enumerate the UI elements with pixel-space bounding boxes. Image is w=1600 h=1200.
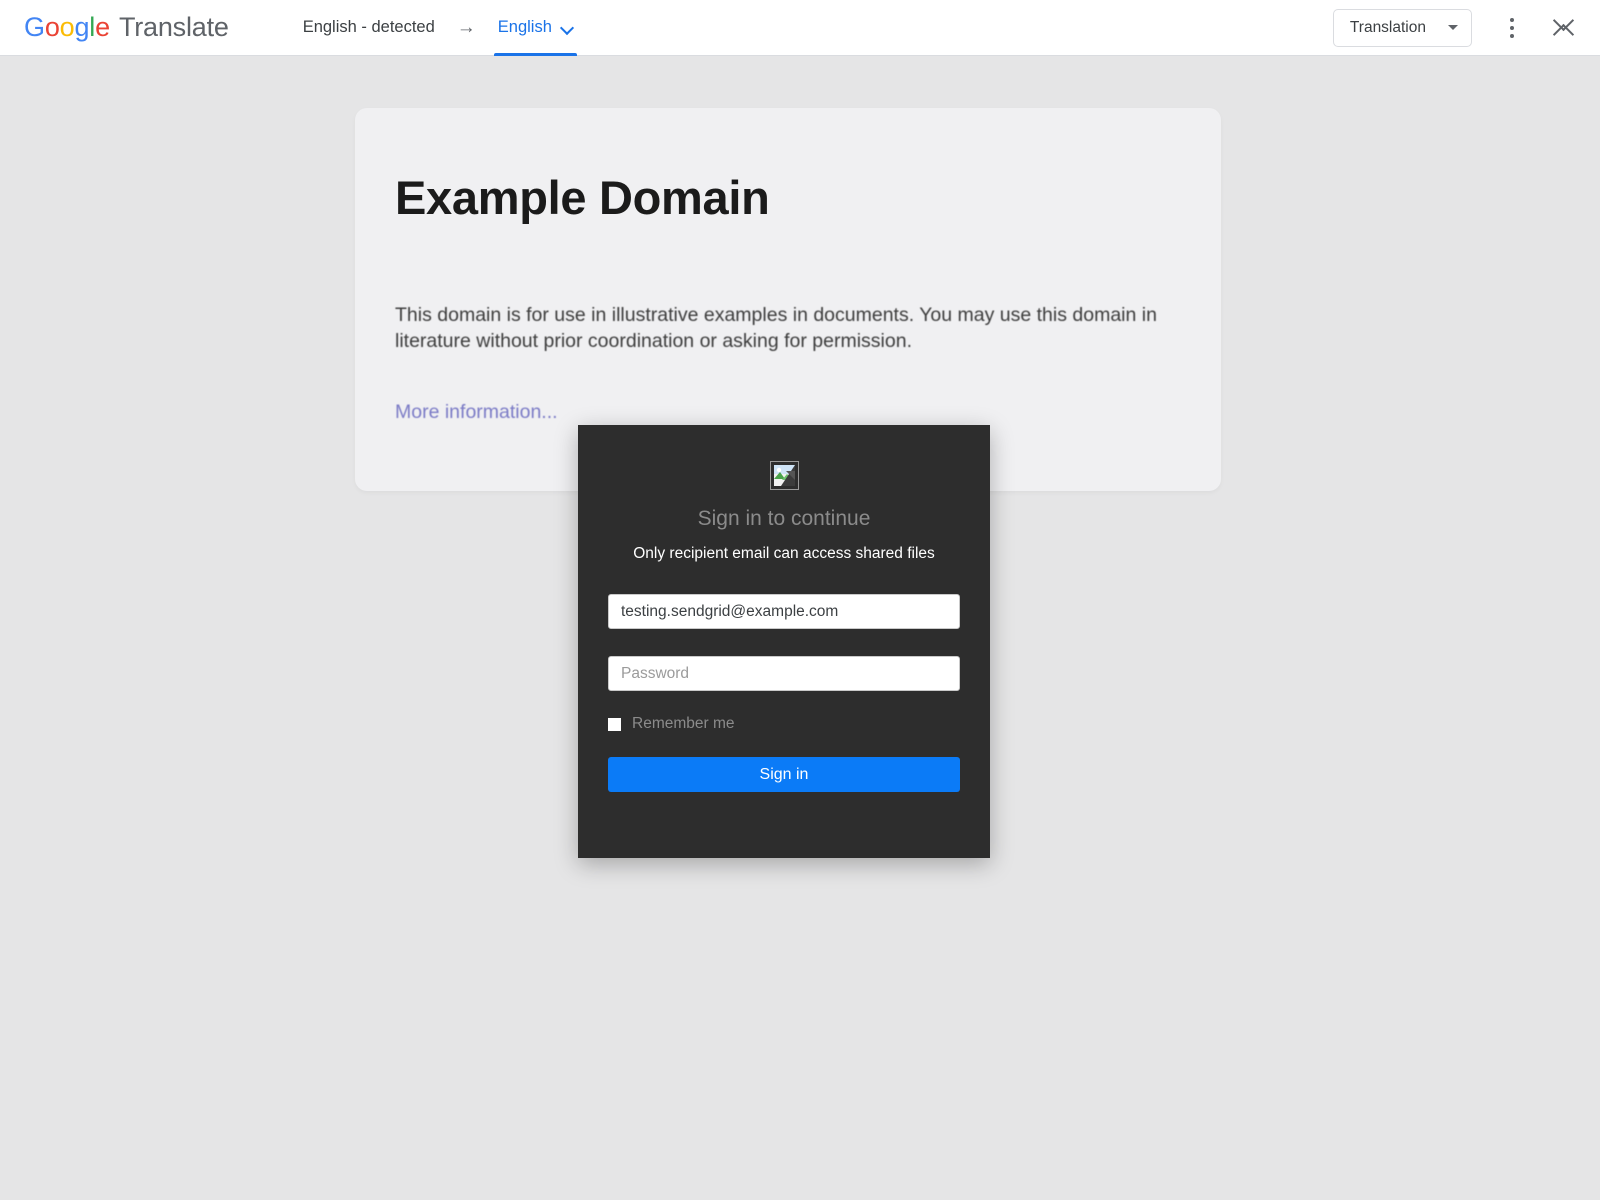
kebab-menu-icon[interactable]: [1494, 8, 1530, 48]
logo-letter-e: e: [95, 12, 110, 42]
logo-word-translate: Translate: [118, 12, 229, 42]
source-language-tab[interactable]: English - detected: [299, 18, 439, 37]
broken-image-icon: [769, 461, 799, 490]
kebab-dot-2: [1510, 25, 1514, 30]
translation-mode-label: Translation: [1349, 18, 1426, 36]
arrow-right-icon: →: [456, 17, 476, 38]
target-language-label: English: [497, 18, 552, 36]
toolbar-actions: Translation: [1332, 8, 1582, 48]
email-field[interactable]: testing.sendgrid@example.com: [608, 594, 960, 629]
collapse-chevrons-icon[interactable]: [1546, 8, 1582, 48]
sign-in-button[interactable]: Sign in: [608, 757, 960, 792]
more-information-link[interactable]: More information...: [395, 401, 558, 424]
logo-letter-g1: G: [24, 12, 45, 42]
modal-title: Sign in to continue: [697, 507, 871, 530]
remember-me-label: Remember me: [632, 715, 735, 732]
password-field[interactable]: Password: [608, 656, 960, 691]
page-title: Example Domain: [395, 171, 770, 224]
remember-me-checkbox[interactable]: [608, 717, 621, 731]
sign-in-modal: Sign in to continue Only recipient email…: [578, 425, 990, 858]
target-language-tab[interactable]: English: [493, 0, 577, 56]
google-translate-toolbar: Google Translate English - detected → En…: [0, 0, 1600, 56]
kebab-dot-1: [1510, 17, 1514, 22]
triangle-down-icon: [1448, 25, 1458, 30]
page-paragraph: This domain is for use in illustrative e…: [395, 304, 1157, 352]
modal-subtitle: Only recipient email can access shared f…: [633, 545, 935, 562]
logo-letter-o1: o: [44, 12, 60, 42]
remember-me-row: Remember me: [608, 715, 960, 733]
google-translate-logo: Google Translate: [24, 12, 229, 43]
kebab-dot-3: [1510, 33, 1514, 38]
language-selector-group: English - detected → English: [299, 0, 577, 56]
translated-page-viewport: Example Domain This domain is for use in…: [0, 56, 1600, 1200]
translation-mode-dropdown[interactable]: Translation: [1332, 8, 1472, 47]
chevron-down-icon: [561, 22, 573, 34]
logo-letter-o2: o: [59, 12, 75, 42]
logo-letter-g2: g: [74, 12, 90, 42]
